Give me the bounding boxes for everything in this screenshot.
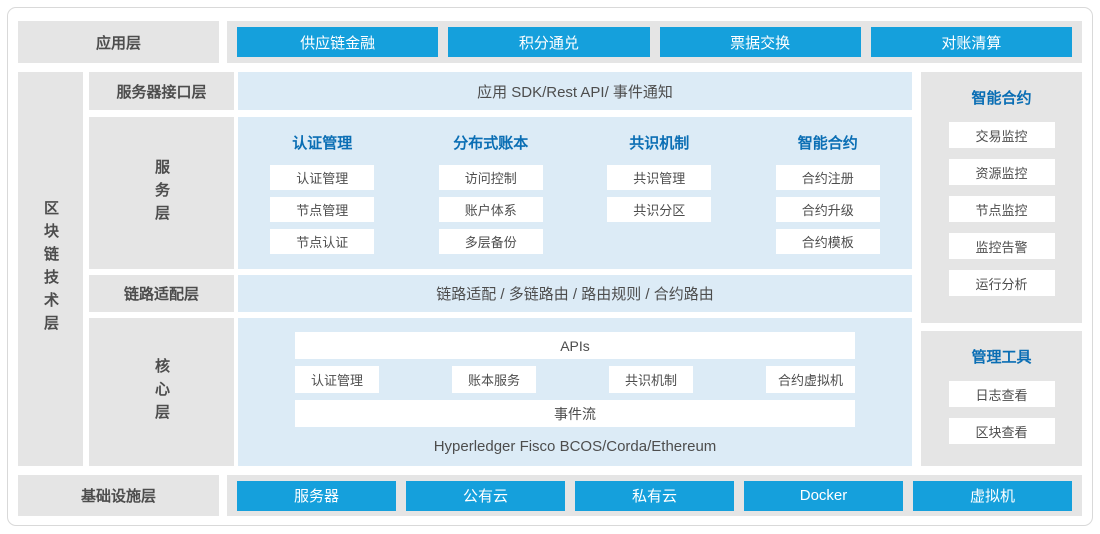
- node-account-system: 账户体系: [439, 197, 543, 222]
- core-layer-panel: APIs 认证管理 账本服务 共识机制 合约虚拟机 事件流 Hyperledge…: [238, 318, 912, 466]
- service-column-ledger-title: 分布式账本: [453, 132, 528, 153]
- management-tools-panel: 管理工具 日志查看 区块查看: [921, 331, 1082, 466]
- service-layer-label: 服务层: [89, 117, 234, 269]
- node-contract-upgrade: 合约升级: [776, 197, 880, 222]
- node-contract-template: 合约模板: [776, 229, 880, 254]
- service-column-consensus-title: 共识机制: [629, 132, 689, 153]
- right-panels-column: 智能合约 交易监控 资源监控 节点监控 监控告警 运行分析 管理工具 日志查看 …: [921, 72, 1082, 466]
- blockchain-tech-layer-label-box: 区块链技术层: [18, 72, 83, 466]
- node-docker: Docker: [744, 481, 903, 511]
- node-private-cloud: 私有云: [575, 481, 734, 511]
- blockchain-tech-layer-row: 区块链技术层 服务器接口层 服务层 链路适配层 核心层 应用 SDK/Rest …: [18, 72, 1082, 466]
- blockchain-tech-layer-label: 区块链技术层: [40, 200, 61, 338]
- node-node-authentication: 节点认证: [270, 229, 374, 254]
- service-column-smart-contract-title: 智能合约: [798, 132, 858, 153]
- architecture-diagram: 应用层 供应链金融 积分通兑 票据交换 对账清算 区块链技术层 服务器接口层 服…: [7, 7, 1093, 526]
- node-apis: APIs: [295, 332, 855, 359]
- node-core-consensus: 共识机制: [609, 366, 693, 393]
- service-column-smart-contract: 智能合约 合约注册 合约升级 合约模板: [744, 132, 913, 269]
- link-adaptation-layer-label: 链路适配层: [89, 275, 234, 312]
- infrastructure-layer-strip: 服务器 公有云 私有云 Docker 虚拟机: [227, 475, 1082, 516]
- infrastructure-layer-row: 基础设施层 服务器 公有云 私有云 Docker 虚拟机: [18, 475, 1082, 516]
- service-column-auth: 认证管理 认证管理 节点管理 节点认证: [238, 132, 407, 269]
- server-interface-layer-label: 服务器接口层: [89, 72, 234, 110]
- node-monitoring-alert: 监控告警: [949, 233, 1055, 259]
- service-column-consensus: 共识机制 共识管理 共识分区: [575, 132, 744, 269]
- node-multilayer-backup: 多层备份: [439, 229, 543, 254]
- core-layer-label: 核心层: [89, 318, 234, 466]
- core-platforms-text: Hyperledger Fisco BCOS/Corda/Ethereum: [295, 438, 855, 455]
- node-consensus-partition: 共识分区: [607, 197, 711, 222]
- application-layer-strip: 供应链金融 积分通兑 票据交换 对账清算: [227, 21, 1082, 63]
- node-access-control: 访问控制: [439, 165, 543, 190]
- sdk-api-band: 应用 SDK/Rest API/ 事件通知: [238, 72, 912, 110]
- node-node-management: 节点管理: [270, 197, 374, 222]
- application-layer-label: 应用层: [18, 21, 219, 63]
- node-public-cloud: 公有云: [406, 481, 565, 511]
- smart-contract-panel: 智能合约 交易监控 资源监控 节点监控 监控告警 运行分析: [921, 72, 1082, 323]
- node-core-auth-management: 认证管理: [295, 366, 379, 393]
- node-transaction-monitoring: 交易监控: [949, 122, 1055, 148]
- node-server: 服务器: [237, 481, 396, 511]
- sublayer-content-column: 应用 SDK/Rest API/ 事件通知 认证管理 认证管理 节点管理 节点认…: [238, 72, 912, 466]
- node-bill-exchange: 票据交换: [660, 27, 861, 57]
- node-points-exchange: 积分通兑: [448, 27, 649, 57]
- link-adaptation-band: 链路适配 / 多链路由 / 路由规则 / 合约路由: [238, 275, 912, 312]
- node-virtual-machine: 虚拟机: [913, 481, 1072, 511]
- node-reconciliation-clearing: 对账清算: [871, 27, 1072, 57]
- core-layer-label-text: 核心层: [151, 358, 172, 427]
- node-ledger-service: 账本服务: [452, 366, 536, 393]
- service-layer-label-text: 服务层: [151, 159, 172, 228]
- smart-contract-panel-title: 智能合约: [971, 87, 1031, 108]
- node-log-viewer: 日志查看: [949, 381, 1055, 407]
- node-auth-management: 认证管理: [270, 165, 374, 190]
- infrastructure-layer-label: 基础设施层: [18, 475, 219, 516]
- node-event-stream: 事件流: [295, 400, 855, 427]
- node-contract-registration: 合约注册: [776, 165, 880, 190]
- node-contract-vm: 合约虚拟机: [766, 366, 855, 393]
- service-column-ledger: 分布式账本 访问控制 账户体系 多层备份: [407, 132, 576, 269]
- service-layer-panel: 认证管理 认证管理 节点管理 节点认证 分布式账本 访问控制 账户体系 多层备份…: [238, 117, 912, 269]
- node-supply-chain-finance: 供应链金融: [237, 27, 438, 57]
- service-column-auth-title: 认证管理: [292, 132, 352, 153]
- node-resource-monitoring: 资源监控: [949, 159, 1055, 185]
- core-modules-row: 认证管理 账本服务 共识机制 合约虚拟机: [295, 366, 855, 393]
- sublayer-labels-column: 服务器接口层 服务层 链路适配层 核心层: [89, 72, 234, 466]
- node-block-viewer: 区块查看: [949, 418, 1055, 444]
- node-node-monitoring: 节点监控: [949, 196, 1055, 222]
- node-operation-analysis: 运行分析: [949, 270, 1055, 296]
- management-tools-panel-title: 管理工具: [971, 346, 1031, 367]
- application-layer-row: 应用层 供应链金融 积分通兑 票据交换 对账清算: [18, 21, 1082, 63]
- node-consensus-management: 共识管理: [607, 165, 711, 190]
